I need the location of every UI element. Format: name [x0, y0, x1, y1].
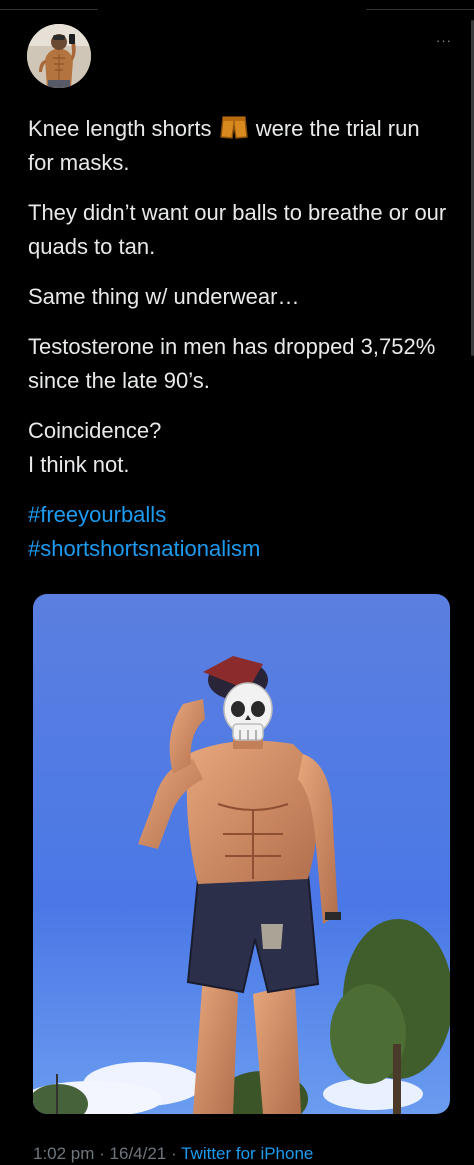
avatar-photo	[27, 24, 91, 88]
tweet-paragraph: Same thing w/ underwear…	[28, 284, 300, 309]
tweet-body: Knee length shorts were the trial run fo…	[28, 112, 448, 582]
more-icon: ···	[436, 33, 452, 48]
hashtag-link[interactable]: #freeyourballs	[28, 498, 448, 532]
tweet-paragraph: Coincidence? I think not.	[28, 414, 448, 482]
tweet-time: 1:02 pm	[33, 1144, 95, 1163]
tweet-text-segment: Knee length shorts	[28, 116, 212, 141]
tweet-text-line: I think not.	[28, 452, 130, 477]
tweet-paragraph: They didn’t want our balls to breathe or…	[28, 200, 447, 259]
top-divider-left	[0, 9, 98, 10]
meta-separator: ·	[166, 1144, 182, 1163]
more-options-button[interactable]: ···	[432, 34, 456, 48]
hashtag-link[interactable]: #shortshortsnationalism	[28, 532, 448, 566]
tweet-paragraph: Testosterone in men has dropped 3,752% s…	[28, 334, 436, 393]
tweet-paragraph: Knee length shorts were the trial run fo…	[28, 112, 448, 180]
tweet-photo[interactable]	[33, 594, 450, 1114]
tweet-date: 16/4/21	[109, 1144, 167, 1163]
meta-separator: ·	[94, 1144, 110, 1163]
tweet-meta: 1:02 pm · 16/4/21 · Twitter for iPhone	[33, 1143, 313, 1165]
avatar[interactable]	[27, 24, 91, 88]
tweet-text-line: Coincidence?	[28, 418, 162, 443]
photo-icon	[33, 594, 450, 1114]
tweet-source-link[interactable]: Twitter for iPhone	[181, 1144, 313, 1163]
hashtag-list: #freeyourballs #shortshortsnationalism	[28, 498, 448, 566]
top-divider-right	[366, 9, 474, 10]
shorts-icon	[219, 116, 248, 139]
